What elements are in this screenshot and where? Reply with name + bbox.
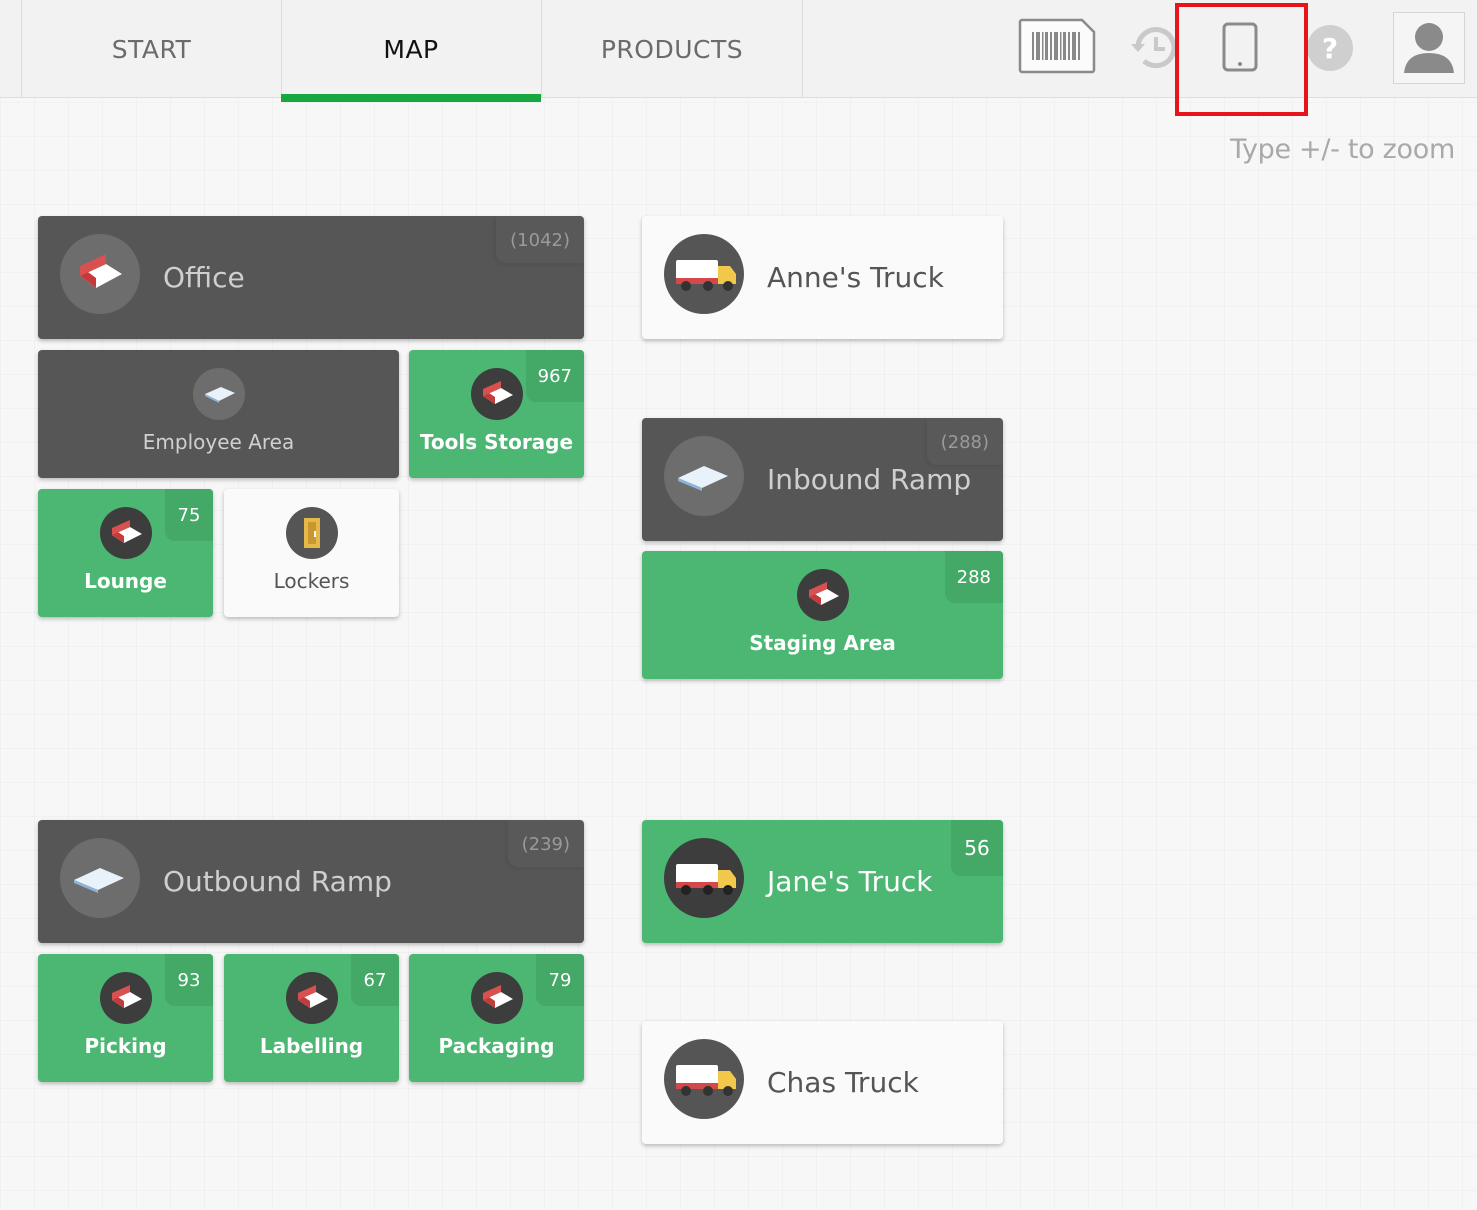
tab-start-label: START <box>111 34 192 64</box>
location-card-employee-area[interactable]: Employee Area <box>38 350 399 478</box>
location-card-janes-truck[interactable]: 56 Jane's Truck <box>642 820 1003 943</box>
floor-icon <box>60 838 140 918</box>
tab-products[interactable]: PRODUCTS <box>542 0 803 98</box>
room-icon <box>60 234 140 314</box>
item-count: 288 <box>944 551 1003 603</box>
location-title: Anne's Truck <box>767 261 944 294</box>
location-card-lockers[interactable]: Lockers <box>224 489 399 617</box>
location-label: Lounge <box>84 569 167 593</box>
floor-icon <box>664 436 744 516</box>
location-label: Tools Storage <box>419 430 574 454</box>
truck-icon <box>664 838 744 918</box>
location-title: Office <box>163 261 245 294</box>
item-count: 79 <box>536 954 584 1006</box>
location-card-picking[interactable]: 93 Picking <box>38 954 213 1082</box>
location-title: Outbound Ramp <box>163 865 392 898</box>
location-title: Chas Truck <box>767 1066 919 1099</box>
room-icon <box>470 972 523 1024</box>
location-title: Jane's Truck <box>767 865 933 898</box>
user-avatar-icon[interactable] <box>1393 12 1465 84</box>
barcode-icon[interactable] <box>1018 18 1096 74</box>
location-card-office[interactable]: Office (1042) <box>38 216 584 339</box>
location-card-staging-area[interactable]: 288 Staging Area <box>642 551 1003 679</box>
location-card-lounge[interactable]: 75 Lounge <box>38 489 213 617</box>
location-label: Labelling <box>259 1034 364 1058</box>
tab-products-label: PRODUCTS <box>600 34 744 64</box>
room-icon <box>796 569 849 621</box>
item-count: (288) <box>927 418 1003 465</box>
room-icon <box>99 507 152 559</box>
location-label: Staging Area <box>749 631 896 655</box>
location-card-annes-truck[interactable]: Anne's Truck <box>642 216 1003 339</box>
location-label: Employee Area <box>142 430 295 454</box>
location-card-tools-storage[interactable]: 967 Tools Storage <box>409 350 584 478</box>
tab-map-label: MAP <box>383 34 439 64</box>
room-icon <box>285 972 338 1024</box>
location-card-chas-truck[interactable]: Chas Truck <box>642 1021 1003 1144</box>
room-icon <box>470 368 523 420</box>
locker-icon <box>285 507 338 559</box>
item-count: (239) <box>508 820 584 867</box>
tab-start[interactable]: START <box>21 0 282 98</box>
location-card-inbound-ramp[interactable]: Inbound Ramp (288) <box>642 418 1003 541</box>
location-card-outbound-ramp[interactable]: Outbound Ramp (239) <box>38 820 584 943</box>
truck-icon <box>664 1039 744 1119</box>
item-count: 967 <box>525 350 584 402</box>
location-label: Packaging <box>438 1034 555 1058</box>
svg-text:?: ? <box>1322 32 1338 65</box>
zoom-hint: Type +/- to zoom <box>1229 134 1455 165</box>
item-count: 75 <box>165 489 213 541</box>
item-count: 56 <box>951 820 1003 876</box>
item-count: 93 <box>165 954 213 1006</box>
location-card-labelling[interactable]: 67 Labelling <box>224 954 399 1082</box>
location-label: Lockers <box>273 569 350 593</box>
floor-icon <box>192 368 245 420</box>
tab-map[interactable]: MAP <box>281 0 542 102</box>
room-icon <box>99 972 152 1024</box>
item-count: 67 <box>351 954 399 1006</box>
highlight-box <box>1175 3 1308 116</box>
truck-icon <box>664 234 744 314</box>
history-icon[interactable] <box>1128 22 1180 74</box>
location-card-packaging[interactable]: 79 Packaging <box>409 954 584 1082</box>
help-icon[interactable]: ? <box>1306 24 1354 72</box>
location-label: Picking <box>84 1034 167 1058</box>
item-count: (1042) <box>496 216 584 263</box>
